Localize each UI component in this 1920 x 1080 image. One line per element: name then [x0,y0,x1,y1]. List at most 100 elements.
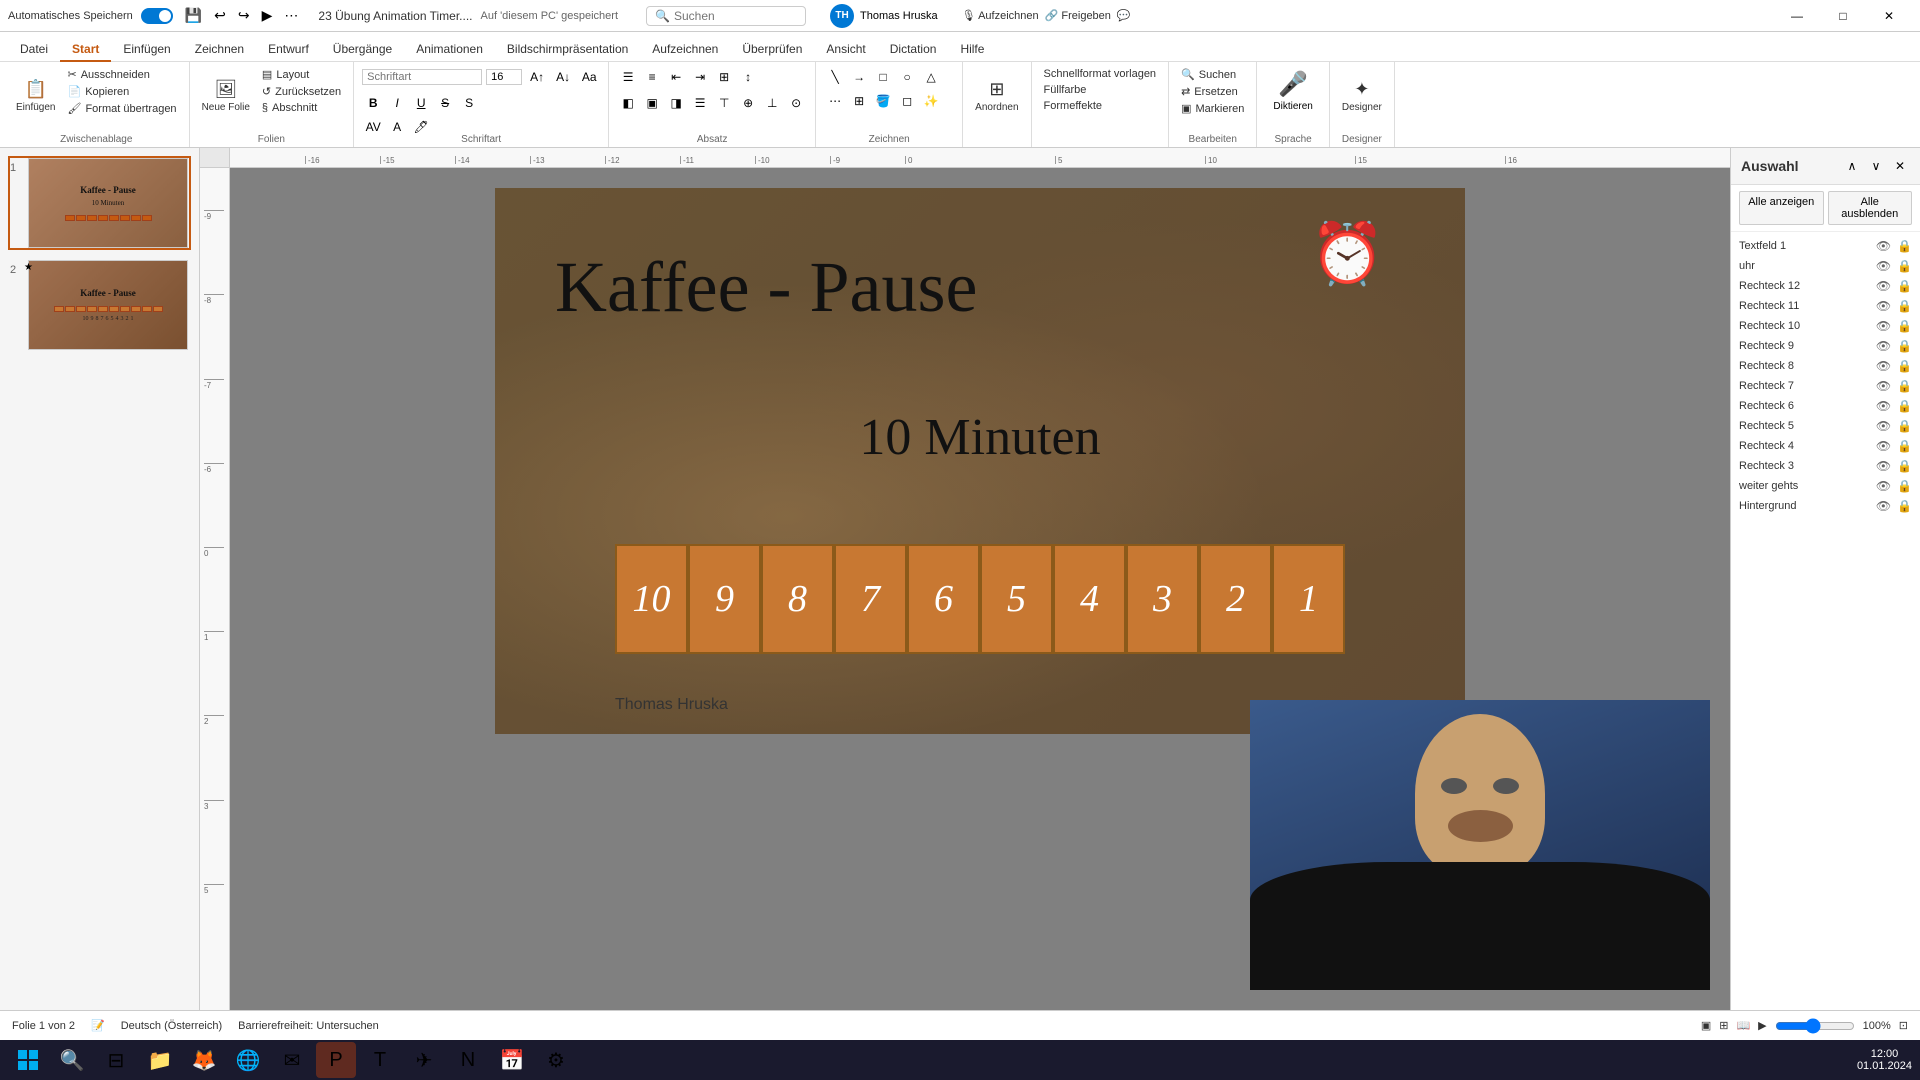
layer-visibility-icon[interactable]: 👁 [1876,499,1891,513]
layer-lock-icon[interactable]: 🔒 [1897,379,1912,393]
formeffekte-button[interactable]: Formeffekte [1040,98,1161,114]
panel-down-button[interactable]: ∨ [1866,156,1886,176]
layer-visibility-icon[interactable]: 👁 [1876,279,1891,293]
outline-button[interactable]: ◻ [896,90,918,112]
explorer-button[interactable]: 📁 [140,1042,180,1078]
close-button[interactable]: ✕ [1866,0,1912,32]
layer-lock-icon[interactable]: 🔒 [1897,459,1912,473]
aufzeichnen-btn[interactable]: 🎙 Aufzeichnen [962,9,1039,22]
suchen-button[interactable]: 🔍 Suchen [1177,66,1248,83]
increase-indent-button[interactable]: ⇥ [689,66,711,88]
tab-dictation[interactable]: Dictation [878,38,949,62]
layer-visibility-icon[interactable]: 👁 [1876,479,1891,493]
tab-ueberpruefen[interactable]: Überprüfen [730,38,814,62]
search-box[interactable]: 🔍 [646,6,806,26]
font-size-input[interactable] [486,69,522,85]
designer-button[interactable]: ✦ Designer [1338,66,1386,126]
layer-rechteck3[interactable]: Rechteck 3 👁 🔒 [1731,456,1920,476]
tab-einfuegen[interactable]: Einfügen [111,38,182,62]
align-justify-button[interactable]: ☰ [689,92,711,114]
markieren-button[interactable]: ▣ Markieren [1177,100,1248,117]
effects-button[interactable]: ✨ [920,90,942,112]
layer-visibility-icon[interactable]: 👁 [1876,419,1891,433]
layer-lock-icon[interactable]: 🔒 [1897,479,1912,493]
layer-lock-icon[interactable]: 🔒 [1897,339,1912,353]
format-button[interactable]: 🖌 Format übertragen [63,100,180,117]
paste-button[interactable]: 📋 Einfügen [12,66,59,126]
layer-rechteck12[interactable]: Rechteck 12 👁 🔒 [1731,276,1920,296]
layer-lock-icon[interactable]: 🔒 [1897,319,1912,333]
telegram-button[interactable]: ✈ [404,1042,444,1078]
layer-visibility-icon[interactable]: 👁 [1876,299,1891,313]
present-icon[interactable]: ▶ [258,5,277,26]
align-middle-button[interactable]: ⊕ [737,92,759,114]
show-all-button[interactable]: Alle anzeigen [1739,191,1824,225]
align-right-button[interactable]: ◨ [665,92,687,114]
layout-button[interactable]: ▤ Layout [258,66,345,83]
onenote-button[interactable]: N [448,1042,488,1078]
font-shrink-icon[interactable]: A↓ [552,66,574,88]
slide-preview-1[interactable]: Kaffee - Pause 10 Minuten [28,158,188,248]
toggle-switch[interactable] [141,8,173,24]
new-slide-button[interactable]: 🖼 Neue Folie [198,66,254,126]
columns-button[interactable]: ⊞ [713,66,735,88]
tab-start[interactable]: Start [60,38,111,62]
layer-textfeld1[interactable]: Textfeld 1 👁 🔒 [1731,236,1920,256]
layer-lock-icon[interactable]: 🔒 [1897,499,1912,513]
tab-datei[interactable]: Datei [8,38,60,62]
strikethrough-button[interactable]: S [434,92,456,114]
layer-visibility-icon[interactable]: 👁 [1876,459,1891,473]
tab-entwurf[interactable]: Entwurf [256,38,321,62]
canvas-area[interactable]: ⏰ Kaffee - Pause 10 Minuten 10 9 8 7 6 5… [230,168,1730,1010]
layer-lock-icon[interactable]: 🔒 [1897,239,1912,253]
smartart-button[interactable]: ⊙ [785,92,807,114]
search-taskbar-button[interactable]: 🔍 [52,1042,92,1078]
settings-button[interactable]: ⚙ [536,1042,576,1078]
align-bottom-button[interactable]: ⊥ [761,92,783,114]
search-input[interactable] [674,9,794,23]
slide-thumb-1[interactable]: 1 Kaffee - Pause 10 Minuten [8,156,191,250]
layer-visibility-icon[interactable]: 👁 [1876,399,1891,413]
layer-hintergrund[interactable]: Hintergrund 👁 🔒 [1731,496,1920,516]
shape-oval-icon[interactable]: ○ [896,66,918,88]
shape-line-icon[interactable]: ╲ [824,66,846,88]
layer-rechteck7[interactable]: Rechteck 7 👁 🔒 [1731,376,1920,396]
layer-rechteck9[interactable]: Rechteck 9 👁 🔒 [1731,336,1920,356]
comments-icon[interactable]: 💬 [1117,9,1131,22]
start-button[interactable] [8,1042,48,1078]
layer-lock-icon[interactable]: 🔒 [1897,279,1912,293]
layer-rechteck10[interactable]: Rechteck 10 👁 🔒 [1731,316,1920,336]
hide-all-button[interactable]: Alle ausblenden [1828,191,1913,225]
align-top-button[interactable]: ⊤ [713,92,735,114]
layer-visibility-icon[interactable]: 👁 [1876,379,1891,393]
textdirection-button[interactable]: ↕ [737,66,759,88]
layer-visibility-icon[interactable]: 👁 [1876,259,1891,273]
tab-ansicht[interactable]: Ansicht [814,38,877,62]
view-slide-sorter-icon[interactable]: ⊞ [1719,1019,1728,1032]
shape-rect-icon[interactable]: □ [872,66,894,88]
save-icon[interactable]: 💾 [181,5,206,26]
zoom-slider[interactable] [1775,1018,1855,1034]
diktieren-button[interactable]: 🎤 Diktieren [1265,66,1320,116]
shape-more-icon[interactable]: ⋯ [824,90,846,112]
layer-lock-icon[interactable]: 🔒 [1897,399,1912,413]
view-normal-icon[interactable]: ▣ [1701,1019,1711,1032]
section-button[interactable]: § Abschnitt [258,100,345,116]
layer-visibility-icon[interactable]: 👁 [1876,239,1891,253]
layer-visibility-icon[interactable]: 👁 [1876,319,1891,333]
bold-button[interactable]: B [362,92,384,114]
italic-button[interactable]: I [386,92,408,114]
reset-button[interactable]: ↺ Zurücksetzen [258,83,345,100]
tab-zeichnen[interactable]: Zeichnen [183,38,256,62]
arrange-button[interactable]: ⊞ [848,90,870,112]
taskview-button[interactable]: ⊟ [96,1042,136,1078]
fill-button[interactable]: 🪣 [872,90,894,112]
tab-aufzeichnen[interactable]: Aufzeichnen [640,38,730,62]
tab-uebergaenge[interactable]: Übergänge [321,38,404,62]
tab-animationen[interactable]: Animationen [404,38,495,62]
more-icon[interactable]: ⋯ [280,5,302,26]
layer-visibility-icon[interactable]: 👁 [1876,359,1891,373]
align-center-button[interactable]: ▣ [641,92,663,114]
ersetzen-button[interactable]: ⇄ Ersetzen [1177,83,1248,100]
view-reading-icon[interactable]: 📖 [1736,1019,1750,1032]
